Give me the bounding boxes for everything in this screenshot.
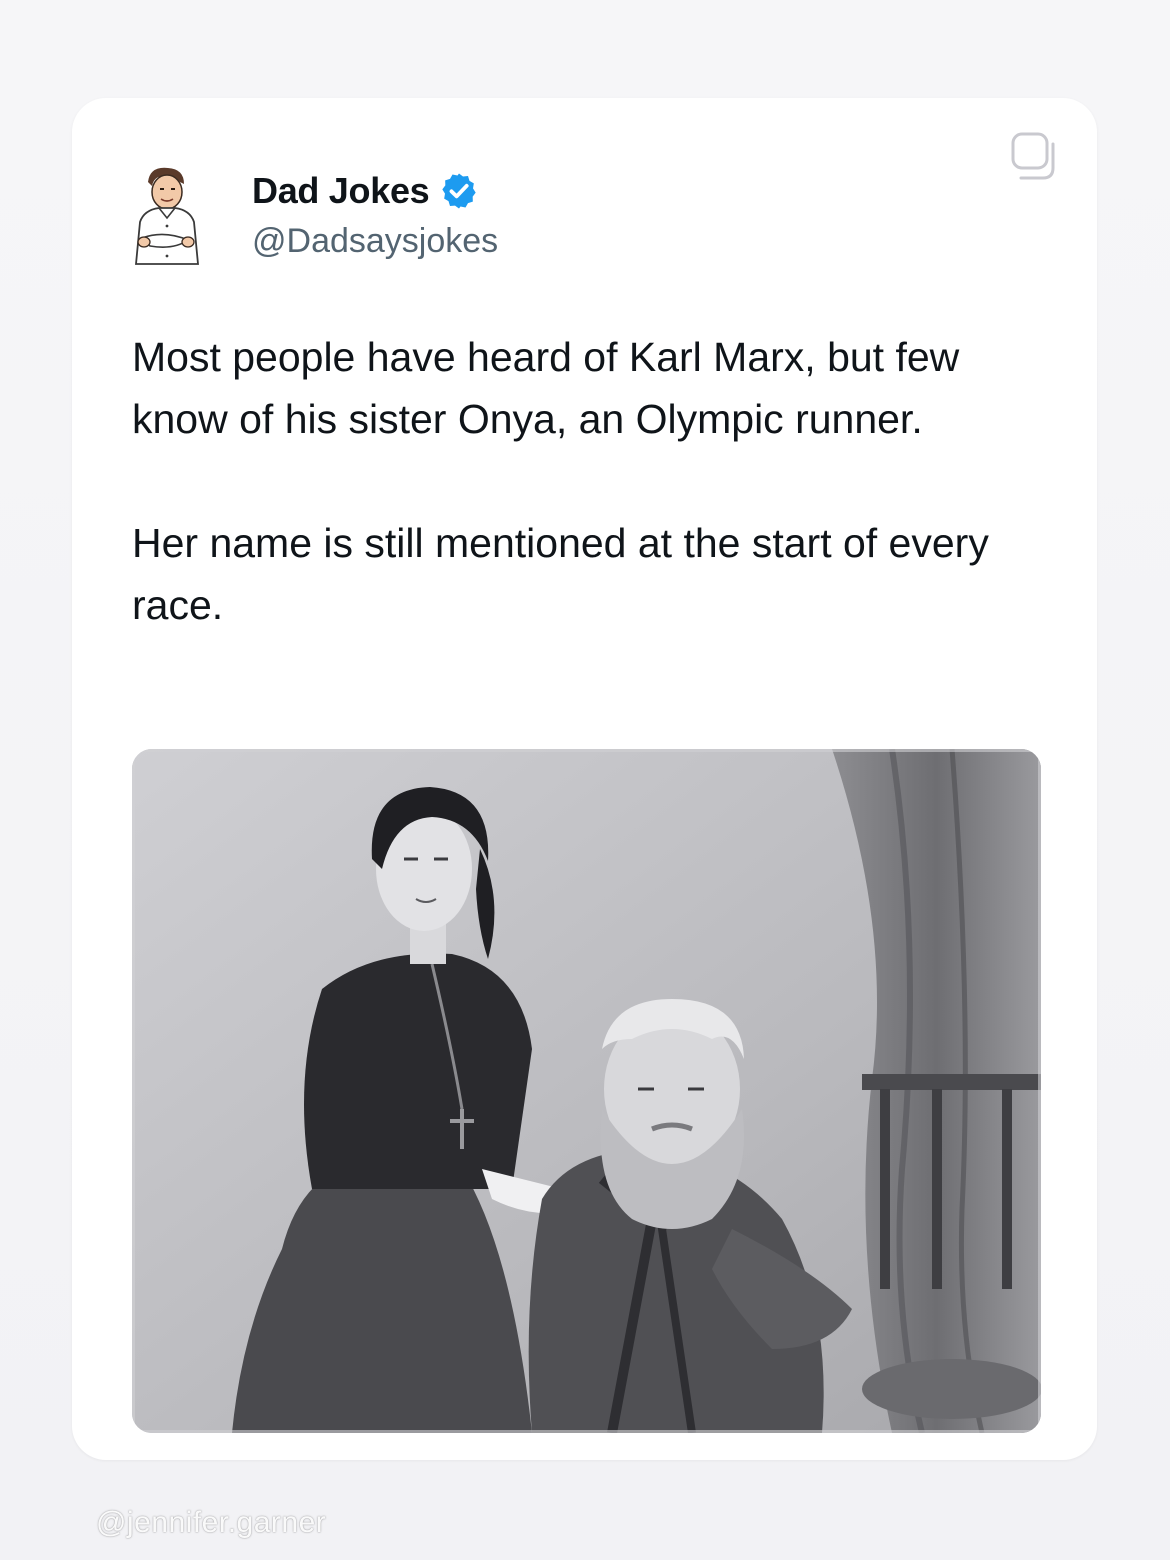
display-name-row[interactable]: Dad Jokes: [252, 168, 479, 214]
avatar[interactable]: [114, 160, 218, 276]
tweet-text: Most people have heard of Karl Marx, but…: [132, 326, 1052, 636]
tweet-card[interactable]: Dad Jokes @Dadsaysjokes Most people have…: [72, 98, 1097, 1460]
tweet-paragraph: Her name is still mentioned at the start…: [132, 520, 989, 628]
tweet-paragraph: Most people have heard of Karl Marx, but…: [132, 334, 960, 442]
verified-badge-icon: [442, 173, 477, 209]
watermark: @jennifer.garner: [96, 1506, 327, 1539]
tweet-photo[interactable]: [132, 749, 1041, 1433]
user-handle[interactable]: @Dadsaysjokes: [252, 222, 498, 261]
copy-icon[interactable]: [1007, 130, 1063, 186]
display-name[interactable]: Dad Jokes: [252, 170, 430, 212]
cartoon-dad-avatar-icon: [135, 167, 199, 265]
page: Dad Jokes @Dadsaysjokes Most people have…: [0, 0, 1170, 1560]
vintage-portrait-image: [132, 749, 1041, 1433]
